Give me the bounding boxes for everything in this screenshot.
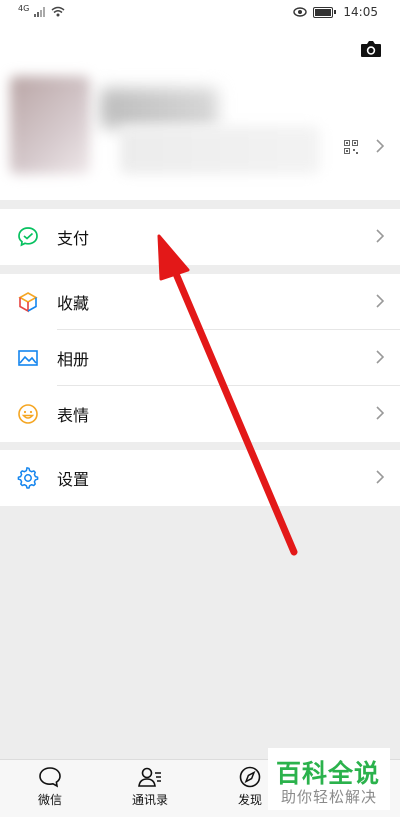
menu-item-label: 设置 xyxy=(57,470,90,489)
chevron-right-icon xyxy=(376,229,384,243)
tab-label: 通讯录 xyxy=(131,793,168,807)
menu-item-settings[interactable]: 设置 xyxy=(0,450,400,506)
pay-group: 支付 xyxy=(0,209,400,265)
menu-item-pay[interactable]: 支付 xyxy=(0,209,400,265)
eye-comfort-icon xyxy=(293,7,308,17)
chevron-right-icon xyxy=(376,350,384,364)
watermark: 百科全说 助你轻松解决 xyxy=(268,748,390,810)
status-left: 4G xyxy=(18,4,65,17)
camera-icon[interactable] xyxy=(360,40,382,58)
chevron-right-icon xyxy=(376,294,384,308)
gear-icon xyxy=(17,467,39,489)
contacts-icon xyxy=(138,767,161,787)
smiley-icon xyxy=(18,404,38,424)
settings-group: 设置 xyxy=(0,450,400,506)
signal-icon xyxy=(34,7,46,17)
tab-label: 发现 xyxy=(237,793,262,807)
menu-item-label: 表情 xyxy=(57,406,90,425)
chevron-right-icon xyxy=(376,139,384,153)
profile-header[interactable] xyxy=(0,26,400,200)
wechat-pay-icon xyxy=(18,227,38,247)
menu-item-favorites[interactable]: 收藏 xyxy=(0,274,400,330)
menu-item-label: 相册 xyxy=(57,350,90,369)
chevron-right-icon xyxy=(376,470,384,484)
content-group: 收藏 相册 表情 xyxy=(0,274,400,442)
menu-item-stickers[interactable]: 表情 xyxy=(0,386,400,442)
status-time: 14:05 xyxy=(343,5,378,19)
watermark-subtitle: 助你轻松解决 xyxy=(281,788,378,806)
chevron-right-icon xyxy=(376,406,384,420)
wifi-icon xyxy=(51,6,65,17)
wechat-id-blurred xyxy=(120,126,320,174)
menu-item-label: 支付 xyxy=(57,229,90,248)
network-type: 4G xyxy=(18,4,30,13)
avatar[interactable] xyxy=(10,76,90,174)
cube-icon xyxy=(18,292,38,313)
tab-label: 微信 xyxy=(37,793,62,807)
tab-chats[interactable]: 微信 xyxy=(10,766,90,808)
image-icon xyxy=(18,350,38,366)
status-bar: 4G 14:05 xyxy=(0,0,400,26)
watermark-title: 百科全说 xyxy=(276,759,381,788)
battery-icon xyxy=(313,6,337,18)
nickname-blurred xyxy=(100,88,218,128)
menu-item-album[interactable]: 相册 xyxy=(0,330,400,386)
qr-code-icon[interactable] xyxy=(344,140,358,154)
chat-bubble-icon xyxy=(39,767,61,788)
compass-icon xyxy=(239,766,261,788)
tab-contacts[interactable]: 通讯录 xyxy=(110,766,190,808)
menu-item-label: 收藏 xyxy=(57,294,90,313)
status-right: 14:05 xyxy=(293,5,378,19)
